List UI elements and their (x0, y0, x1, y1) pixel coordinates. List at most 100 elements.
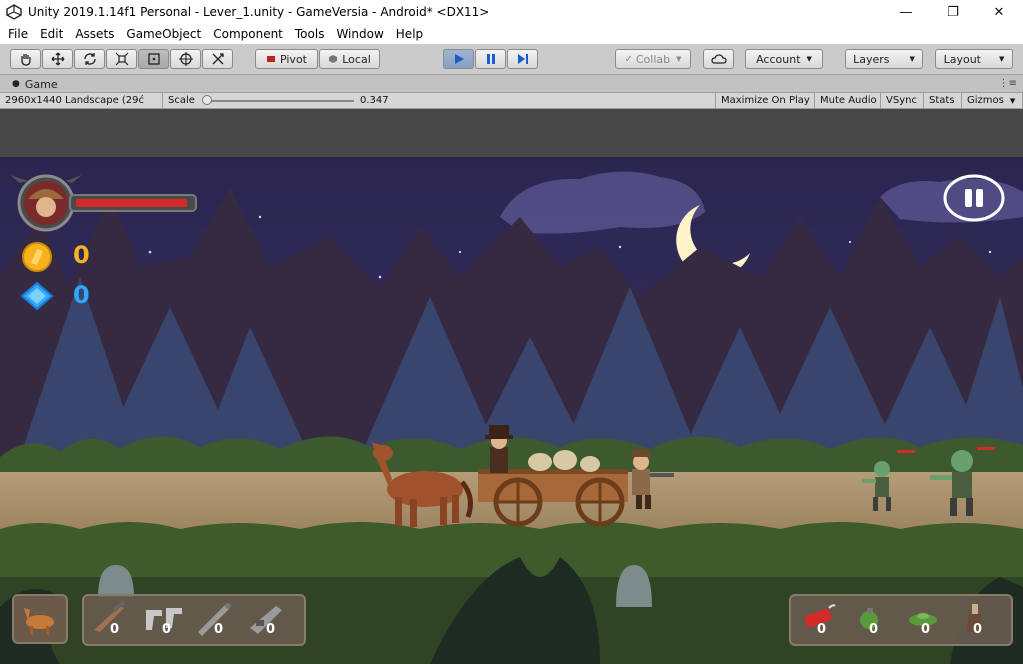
close-button[interactable]: ✕ (976, 0, 1022, 24)
scale-slider-thumb[interactable] (202, 95, 212, 105)
unity-logo-icon (6, 4, 22, 20)
scale-tool-icon (115, 52, 128, 66)
resolution-dropdown[interactable]: 2960x1440 Landscape (29ć (0, 93, 163, 108)
scale-tool-button[interactable] (106, 49, 137, 69)
tab-game[interactable]: ● Game (4, 75, 66, 93)
game-scene[interactable]: 0 0 0 0 0 0 0 0 0 0 (0, 157, 1023, 664)
step-icon (517, 54, 528, 64)
gizmos-dropdown[interactable]: Gizmos ▼ (962, 93, 1023, 108)
horse-ability-slot[interactable] (12, 594, 68, 644)
scale-value: 0.347 (360, 95, 389, 106)
title-bar: Unity 2019.1.14f1 Personal - Lever_1.uni… (0, 0, 1023, 24)
step-button[interactable] (507, 49, 538, 69)
menu-component[interactable]: Component (207, 27, 289, 41)
revolvers-count: 0 (162, 622, 172, 637)
stats-toggle[interactable]: Stats (924, 93, 962, 108)
grenade-count: 0 (869, 622, 879, 637)
rotate-tool-button[interactable] (74, 49, 105, 69)
maximize-on-play-toggle[interactable]: Maximize On Play (715, 93, 815, 108)
rect-tool-icon (147, 53, 160, 65)
menu-gameobject[interactable]: GameObject (120, 27, 207, 41)
mute-audio-toggle[interactable]: Mute Audio (815, 93, 881, 108)
minimize-button[interactable]: — (883, 0, 929, 24)
menu-edit[interactable]: Edit (34, 27, 69, 41)
pause-button[interactable] (475, 49, 506, 69)
scale-slider-track[interactable] (204, 100, 354, 102)
cloud-button[interactable] (703, 49, 734, 69)
play-icon (454, 54, 464, 64)
menu-assets[interactable]: Assets (69, 27, 120, 41)
gem-icon (20, 281, 54, 311)
horse-icon (24, 608, 54, 635)
resolution-label: 2960x1440 Landscape (29ć (5, 95, 145, 106)
rect-tool-button[interactable] (138, 49, 169, 69)
tab-menu-icon[interactable]: ⋮≡ (999, 78, 1017, 89)
game-viewport[interactable]: 0 0 0 0 0 0 0 0 0 0 (0, 109, 1023, 664)
weapon-slot-machine-gun[interactable]: 0 (246, 600, 294, 642)
dropdown-arrow-icon: ▼ (806, 55, 812, 63)
play-button[interactable] (443, 49, 474, 69)
collab-dropdown[interactable]: ✓ Collab ▼ (615, 49, 691, 69)
cloud-icon (710, 54, 727, 64)
molotov-count: 0 (973, 622, 983, 637)
weapon-slot-rocket-launcher[interactable]: 0 (194, 600, 242, 642)
menu-file[interactable]: File (2, 27, 34, 41)
pivot-icon (266, 56, 275, 62)
dropdown-arrow-icon: ▼ (1009, 96, 1016, 105)
weapon-slot-rifle[interactable]: 0 (90, 599, 138, 642)
scale-label: Scale (168, 95, 195, 106)
account-label: Account (756, 52, 801, 66)
items-panel: 0 0 0 0 (789, 594, 1013, 646)
game-tab-strip: ● Game ⋮≡ (0, 74, 1023, 92)
menu-window[interactable]: Window (330, 27, 389, 41)
pivot-label: Pivot (279, 52, 307, 66)
move-tool-icon (51, 52, 64, 66)
local-label: Local (342, 52, 371, 66)
game-pause-button[interactable] (942, 173, 1006, 223)
dynamite-count: 0 (817, 622, 827, 637)
transform-tool-button[interactable] (170, 49, 201, 69)
rotate-tool-icon (83, 53, 96, 65)
account-dropdown[interactable]: Account ▼ (745, 49, 823, 69)
maximize-button[interactable]: ❐ (930, 0, 976, 24)
health-bar-fill (76, 199, 187, 207)
custom-tool-button[interactable] (202, 49, 233, 69)
menu-bar: File Edit Assets GameObject Component To… (0, 24, 1023, 44)
local-icon (329, 55, 338, 63)
coin-count: 0 (73, 241, 90, 269)
hand-tool-icon (20, 54, 31, 66)
transform-tool-icon (178, 52, 193, 66)
gizmos-label: Gizmos (967, 95, 1004, 106)
move-tool-button[interactable] (42, 49, 73, 69)
item-slot-dynamite[interactable]: 0 (799, 600, 847, 642)
menu-help[interactable]: Help (390, 27, 429, 41)
local-toggle[interactable]: Local (319, 49, 380, 69)
vsync-toggle[interactable]: VSync (881, 93, 924, 108)
check-icon: ✓ (624, 53, 633, 65)
coin-icon (22, 242, 52, 272)
dropdown-arrow-icon: ▼ (909, 55, 915, 63)
toolbar: Pivot Local ✓ Collab ▼ Account ▼ Layers … (0, 44, 1023, 74)
game-background (0, 157, 1023, 664)
tab-game-label: Game (24, 77, 58, 91)
hand-tool-button[interactable] (10, 49, 41, 69)
item-slot-landmine[interactable]: 0 (903, 600, 951, 642)
menu-tools[interactable]: Tools (289, 27, 331, 41)
layout-dropdown[interactable]: Layout ▼ (935, 49, 1013, 69)
rocket-launcher-count: 0 (214, 622, 224, 637)
weapons-panel: 0 0 0 0 (82, 594, 306, 646)
window-title: Unity 2019.1.14f1 Personal - Lever_1.uni… (28, 5, 490, 19)
layers-label: Layers (853, 52, 890, 66)
dropdown-arrow-icon: ▼ (676, 55, 682, 63)
layers-dropdown[interactable]: Layers ▼ (845, 49, 923, 69)
custom-tool-icon (212, 53, 224, 65)
game-controller-icon: ● (12, 79, 20, 89)
pivot-toggle[interactable]: Pivot (255, 49, 318, 69)
collab-label: Collab (635, 52, 671, 66)
item-slot-grenade[interactable]: 0 (851, 600, 899, 642)
gem-count: 0 (73, 281, 90, 309)
pause-icon (486, 54, 495, 64)
game-view-toolbar: 2960x1440 Landscape (29ć Scale 0.347 Max… (0, 92, 1023, 109)
weapon-slot-revolvers[interactable]: 0 (142, 600, 190, 642)
item-slot-molotov[interactable]: 0 (955, 600, 1003, 642)
